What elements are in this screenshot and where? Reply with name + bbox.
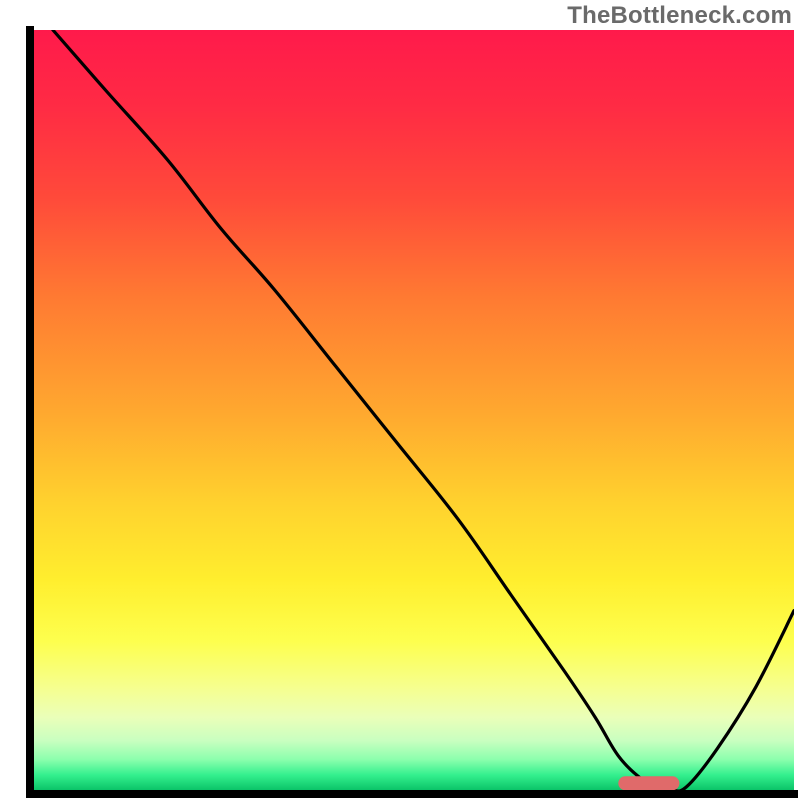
- chart-container: TheBottleneck.com: [0, 0, 800, 800]
- bottom-marker: [618, 776, 679, 790]
- bottleneck-chart: [0, 0, 800, 800]
- watermark-text: TheBottleneck.com: [567, 2, 792, 30]
- plot-area: [30, 30, 794, 794]
- gradient-background: [30, 30, 794, 794]
